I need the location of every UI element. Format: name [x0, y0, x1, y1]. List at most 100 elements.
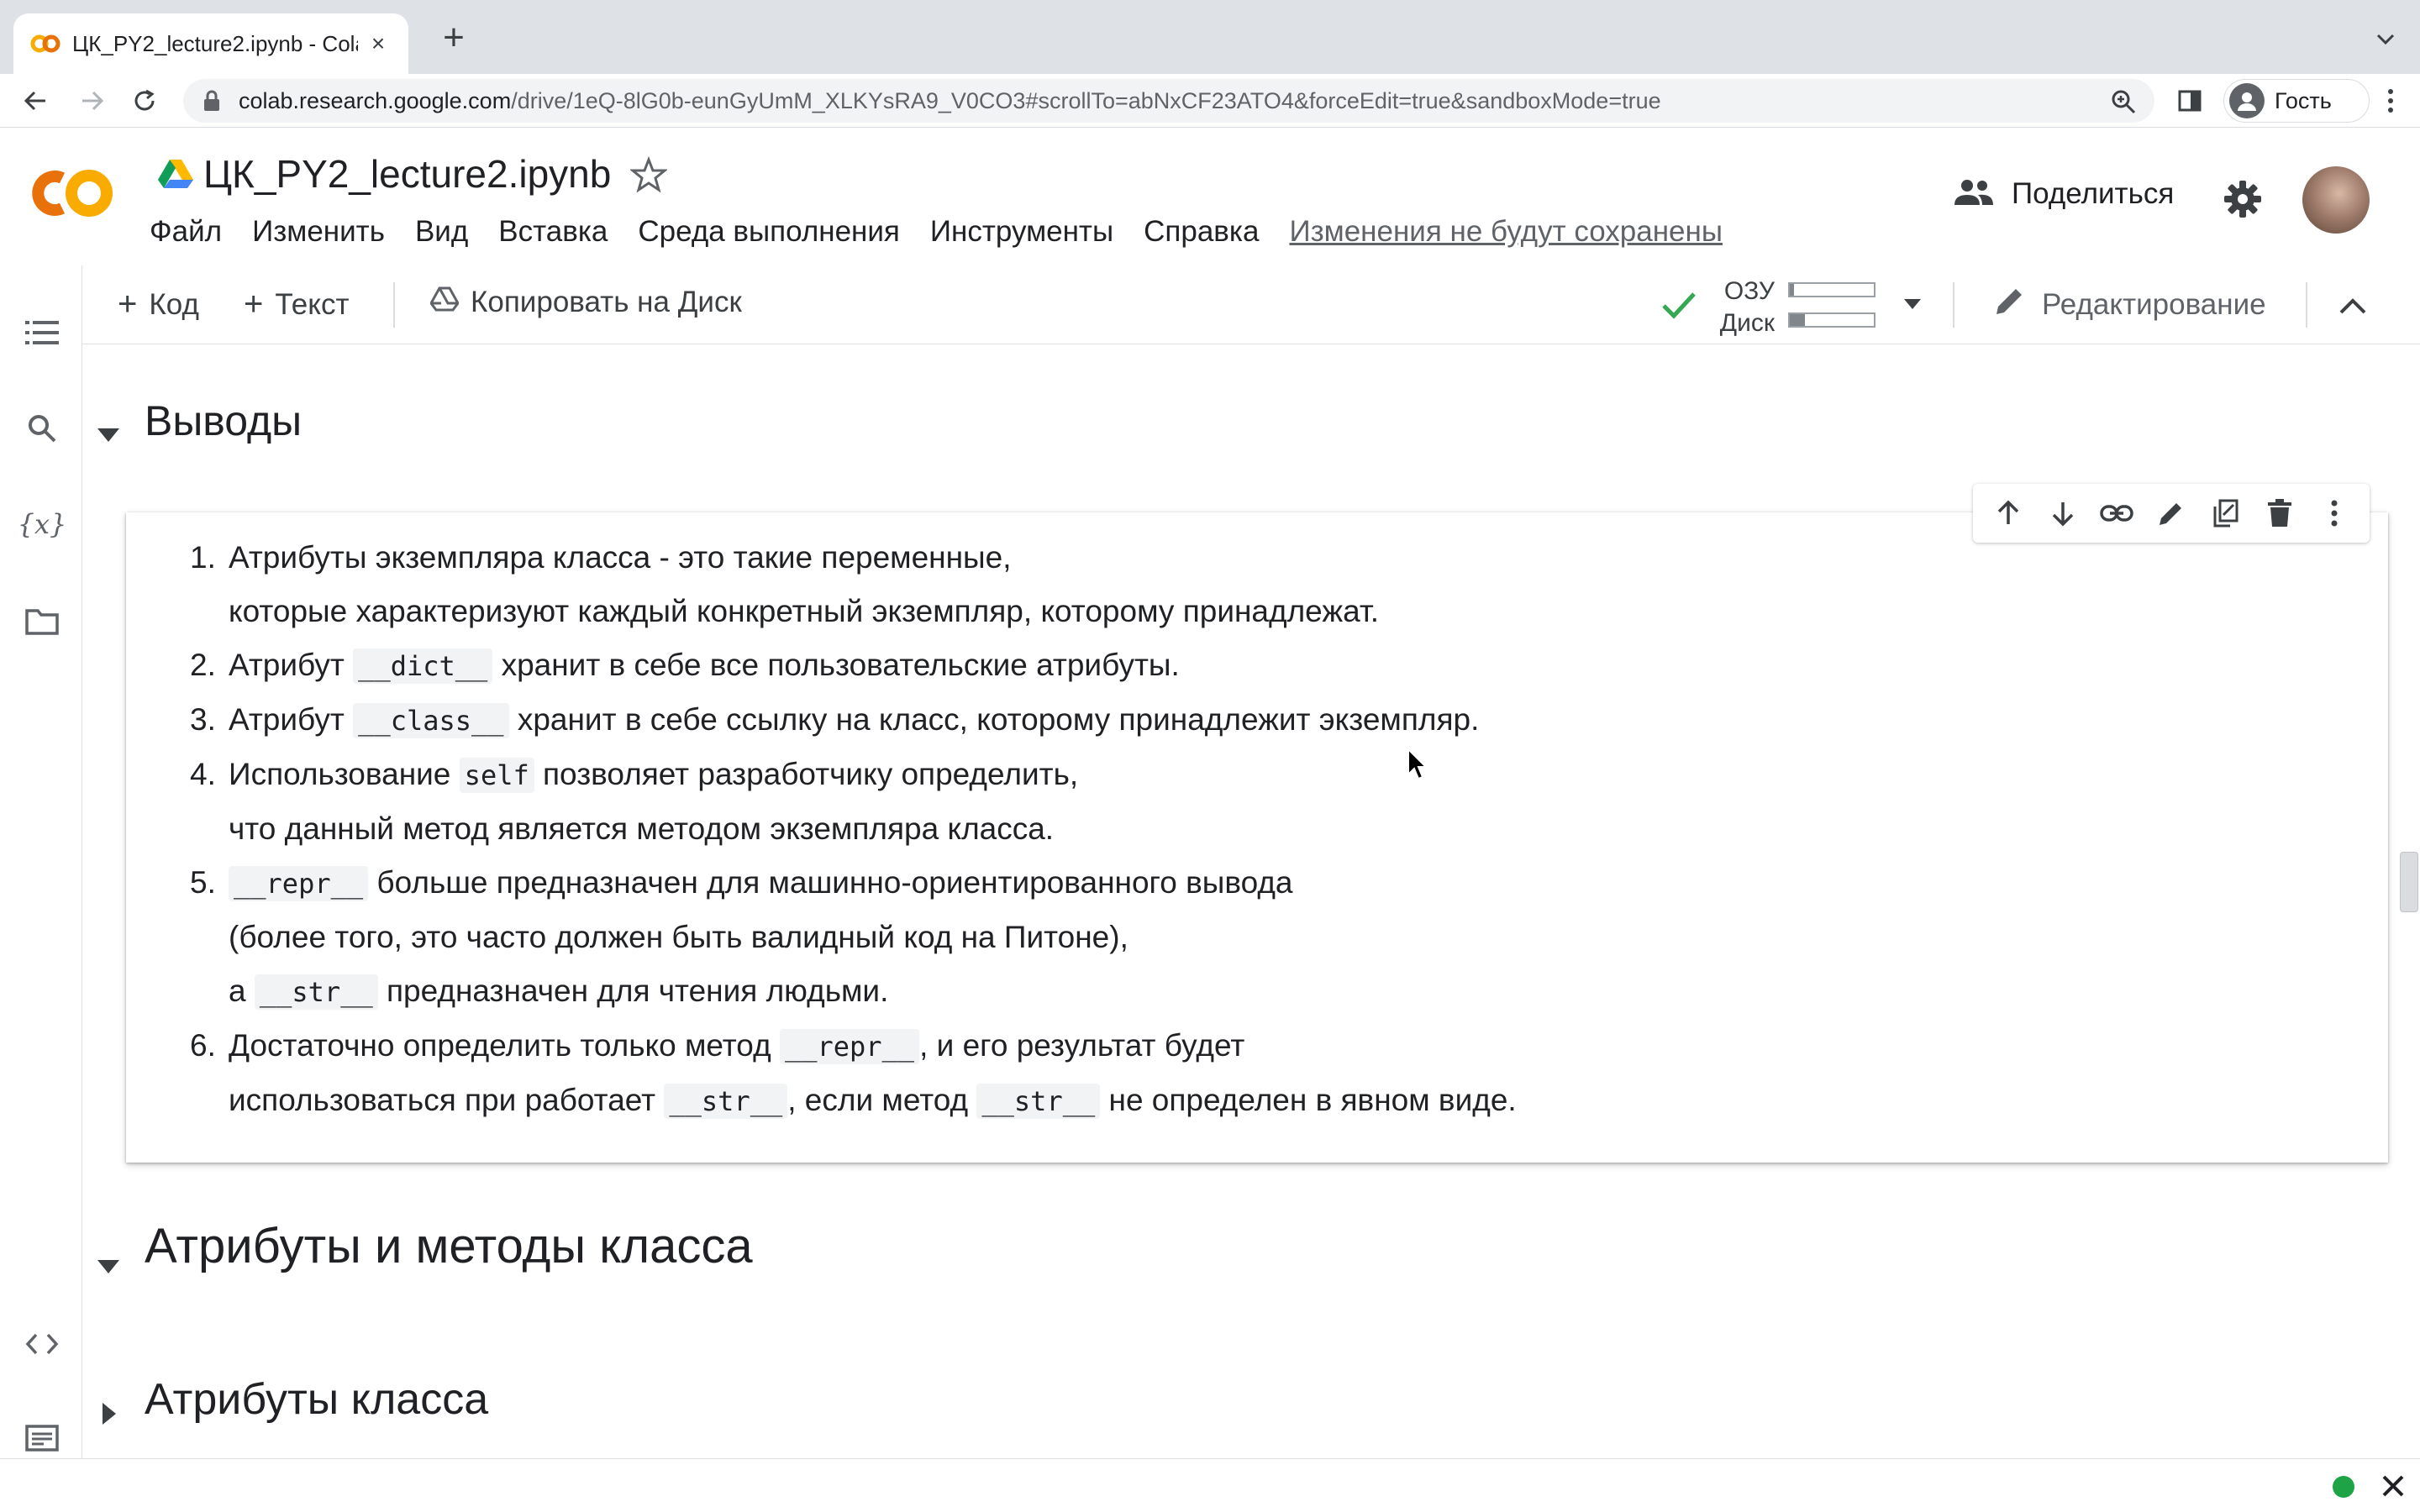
pencil-icon [1993, 284, 2027, 325]
ram-label: ОЗУ [1723, 277, 1775, 305]
toc-icon[interactable] [24, 314, 60, 351]
inline-code: __repr__ [779, 1029, 920, 1064]
section-title: Атрибуты класса [145, 1375, 489, 1424]
chevron-up-icon[interactable] [2336, 291, 2370, 321]
menu-help[interactable]: Справка [1144, 215, 1259, 249]
drive-outline-icon [429, 286, 460, 319]
move-down-icon[interactable] [2046, 496, 2080, 530]
status-bar [0, 1458, 2420, 1512]
inline-code: __dict__ [353, 648, 493, 684]
edit-icon[interactable] [2154, 496, 2188, 530]
section-title: Выводы [145, 397, 302, 444]
address-bar[interactable]: colab.research.google.com/drive/1eQ-8lG0… [183, 79, 2154, 123]
reload-icon[interactable] [129, 86, 160, 116]
browser-toolbar: colab.research.google.com/drive/1eQ-8lG0… [0, 74, 2420, 128]
section-heading-class-attrs[interactable]: Атрибуты класса [96, 1374, 488, 1425]
star-icon[interactable] [629, 155, 669, 193]
section-heading-outputs[interactable]: Выводы [96, 396, 302, 445]
folder-icon[interactable] [24, 603, 60, 640]
browser-menu-icon[interactable] [2378, 87, 2403, 114]
caret-down-icon[interactable] [96, 408, 121, 442]
toolbar-divider [2306, 282, 2307, 328]
edit-mode-label: Редактирование [2042, 287, 2266, 321]
scrollbar-thumb[interactable] [2400, 852, 2418, 912]
add-text-button[interactable]: + Текст [244, 286, 349, 323]
profile-name: Гость [2275, 87, 2332, 113]
connected-check-icon[interactable] [1660, 289, 1697, 323]
move-up-icon[interactable] [1991, 496, 2025, 530]
terminal-icon[interactable] [24, 1420, 60, 1457]
more-icon[interactable] [2317, 496, 2351, 530]
caret-right-icon[interactable] [96, 1387, 121, 1425]
chevron-down-icon[interactable] [1902, 296, 1923, 312]
list-item: 3. Атрибут __class__ хранит в себе ссылк… [190, 702, 1480, 738]
side-panel-icon[interactable] [2176, 87, 2203, 114]
variables-icon[interactable]: {x} [18, 506, 67, 543]
resource-labels[interactable]: ОЗУ Диск [1707, 276, 1775, 339]
new-tab-button[interactable]: + [437, 19, 471, 56]
disk-meter-fill [1790, 314, 1805, 326]
inline-code: __class__ [353, 703, 509, 738]
search-icon[interactable] [24, 410, 60, 447]
text-cell[interactable]: 1. Атрибуты экземпляра класса - это таки… [126, 512, 2388, 1163]
menu-insert[interactable]: Вставка [498, 215, 608, 249]
section-title: Атрибуты и методы класса [145, 1219, 753, 1273]
colab-header: ЦК_PY2_lecture2.ipynb Файл Изменить Вид … [0, 128, 2420, 265]
share-button[interactable]: Поделиться [1953, 173, 2174, 215]
close-icon[interactable] [2380, 1473, 2407, 1499]
list-item: 6. Достаточно определить только метод __… [190, 1028, 1517, 1119]
menu-tools[interactable]: Инструменты [930, 215, 1113, 249]
ram-meter [1788, 282, 1876, 297]
delete-icon[interactable] [2263, 496, 2296, 530]
list-item: 4. Использование self позволяет разработ… [190, 757, 1079, 846]
scrollbar[interactable] [2395, 344, 2420, 1458]
menubar: Файл Изменить Вид Вставка Среда выполнен… [150, 215, 1753, 249]
connection-status-indicator[interactable] [2333, 1476, 2354, 1498]
ram-meter-fill [1790, 284, 1794, 296]
add-code-button[interactable]: + Код [118, 286, 199, 323]
back-icon[interactable] [20, 86, 50, 116]
edit-mode-button[interactable]: Редактирование [1993, 284, 2266, 325]
left-sidebar: {x} [0, 265, 82, 1458]
people-icon [1953, 178, 1995, 211]
add-code-label: Код [149, 287, 199, 321]
profile-chip[interactable]: Гость [2223, 79, 2370, 123]
disk-label: Диск [1719, 309, 1775, 337]
inline-code: self [459, 758, 534, 793]
url-text: colab.research.google.com/drive/1eQ-8lG0… [239, 87, 1661, 113]
notebook-toolbar: + Код + Текст Копировать на Диск ОЗУ Дис… [0, 265, 2420, 344]
mouse-pointer-icon [1407, 747, 1428, 781]
google-drive-icon[interactable] [158, 158, 193, 190]
list-item: 5. __repr__ больше предназначен для маши… [190, 865, 1293, 1010]
code-snippets-icon[interactable] [24, 1326, 60, 1362]
tab-search-icon[interactable] [2375, 29, 2396, 50]
link-icon[interactable] [2100, 496, 2134, 530]
browser-tabstrip: ЦК_PY2_lecture2.ipynb - Colab × + [0, 0, 2420, 74]
gear-icon[interactable] [2223, 180, 2262, 218]
disk-meter [1788, 312, 1876, 328]
list-item: 2. Атрибут __dict__ хранит в себе все по… [190, 648, 1180, 684]
menu-edit[interactable]: Изменить [252, 215, 385, 249]
user-avatar[interactable] [2302, 166, 2370, 234]
menu-file[interactable]: Файл [150, 215, 222, 249]
plus-icon: + [118, 286, 138, 323]
forward-icon[interactable] [77, 86, 108, 116]
colab-logo-icon[interactable] [29, 166, 118, 220]
section-heading-attrs-methods[interactable]: Атрибуты и методы класса [96, 1218, 753, 1274]
menu-view[interactable]: Вид [415, 215, 468, 249]
menu-runtime[interactable]: Среда выполнения [638, 215, 900, 249]
lock-icon[interactable] [200, 89, 224, 113]
copy-to-drive-button[interactable]: Копировать на Диск [429, 286, 742, 319]
inline-code: __str__ [976, 1084, 1101, 1119]
tab-title: ЦК_PY2_lecture2.ipynb - Colab [72, 30, 358, 56]
unsaved-changes-link[interactable]: Изменения не будут сохранены [1289, 215, 1723, 249]
caret-down-icon[interactable] [96, 1234, 121, 1273]
markdown-list: 1. Атрибуты экземпляра класса - это таки… [190, 531, 1517, 1128]
notebook-title[interactable]: ЦК_PY2_lecture2.ipynb [203, 151, 611, 197]
mirror-cell-icon[interactable] [2209, 496, 2243, 530]
zoom-icon[interactable] [2111, 89, 2136, 114]
browser-tab[interactable]: ЦК_PY2_lecture2.ipynb - Colab × [13, 13, 408, 74]
inline-code: __str__ [254, 974, 378, 1010]
copy-to-drive-label: Копировать на Диск [471, 286, 742, 318]
tab-close-icon[interactable]: × [366, 32, 390, 55]
